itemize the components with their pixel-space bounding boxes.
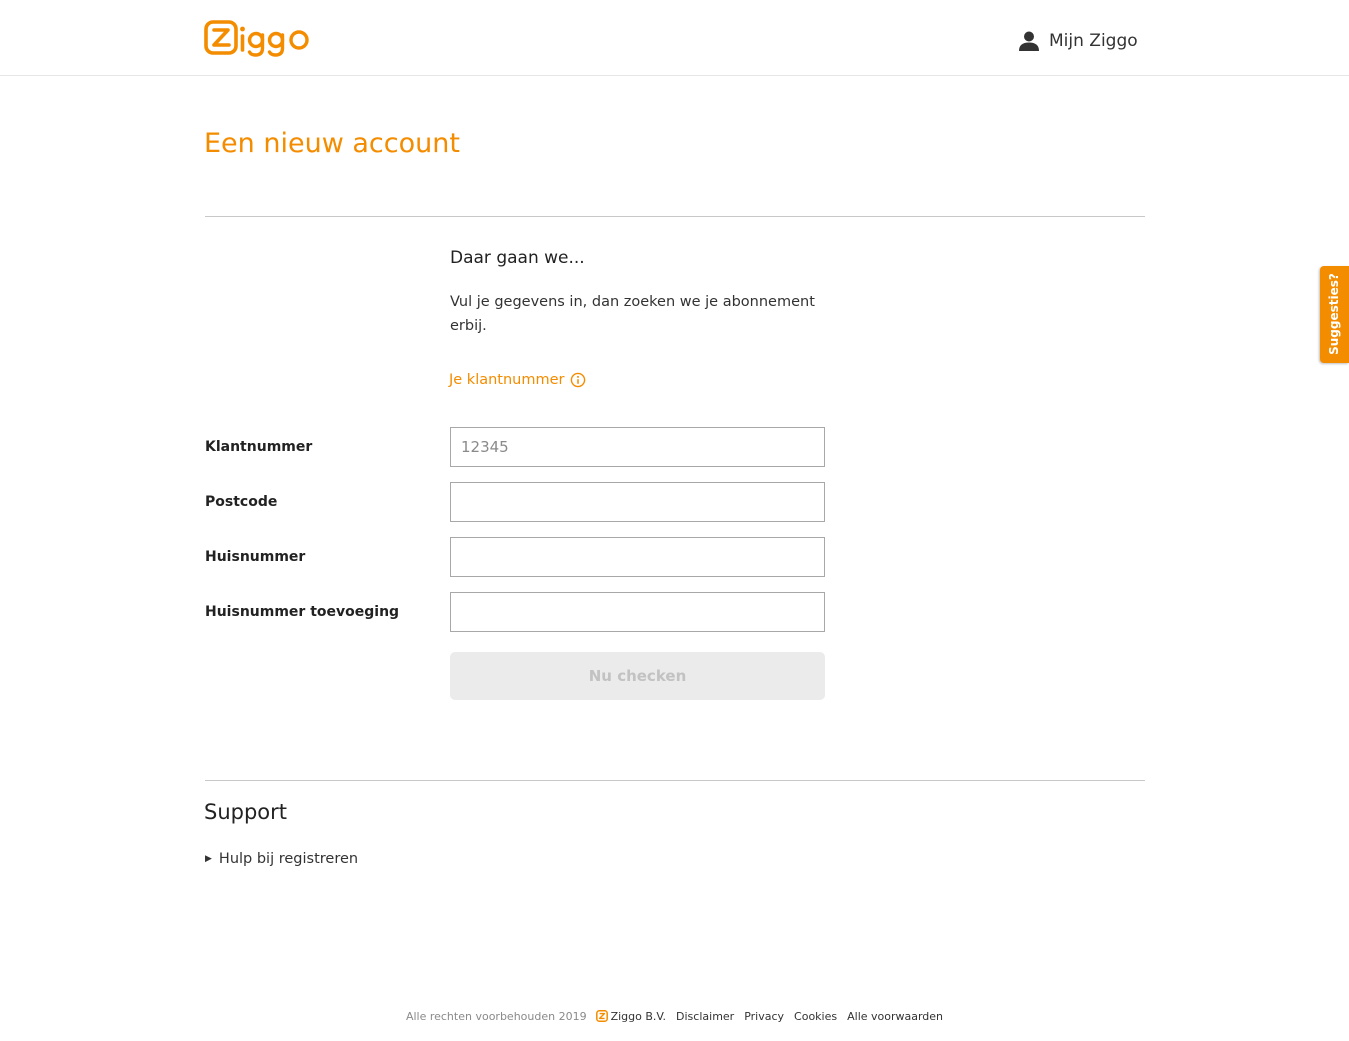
divider <box>205 216 1145 217</box>
suggesties-label: Suggesties? <box>1327 273 1341 355</box>
site-footer: Alle rechten voorbehouden 2019 Ziggo B.V… <box>0 1008 1349 1024</box>
footer-brand: Ziggo B.V. <box>595 1009 667 1023</box>
mijn-ziggo-link[interactable]: Mijn Ziggo <box>1018 29 1138 53</box>
postcode-label: Postcode <box>205 494 278 510</box>
intro-text: Vul je gegevens in, dan zoeken we je abo… <box>450 294 815 334</box>
footer-link-privacy[interactable]: Privacy <box>744 1010 784 1023</box>
ziggo-logo[interactable] <box>204 19 310 57</box>
footer-link-alle-voorwaarden[interactable]: Alle voorwaarden <box>847 1010 943 1023</box>
mijn-ziggo-label: Mijn Ziggo <box>1049 31 1138 51</box>
huisnummer-toevoeging-input[interactable] <box>450 592 825 632</box>
huisnummer-toevoeging-label: Huisnummer toevoeging <box>205 604 400 620</box>
site-header: Mijn Ziggo <box>0 0 1349 76</box>
intro-heading: Daar gaan we... <box>450 248 585 268</box>
page-title: Een nieuw account <box>204 128 460 159</box>
klantnummer-label: Klantnummer <box>205 439 313 455</box>
klantnummer-info-link[interactable]: Je klantnummer <box>449 370 586 390</box>
company-name: Ziggo B.V. <box>610 1009 667 1023</box>
copyright-text: Alle rechten voorbehouden 2019 <box>405 1009 587 1023</box>
support-item-label: Hulp bij registreren <box>218 851 359 867</box>
divider <box>205 780 1145 781</box>
postcode-input[interactable] <box>450 482 825 522</box>
nu-checken-button[interactable]: Nu checken <box>450 652 825 700</box>
klantnummer-input[interactable] <box>450 427 825 467</box>
footer-link-disclaimer[interactable]: Disclaimer <box>676 1010 734 1023</box>
suggesties-tab[interactable]: Suggesties? <box>1320 266 1349 363</box>
footer-link-cookies[interactable]: Cookies <box>794 1010 837 1023</box>
huisnummer-label: Huisnummer <box>205 549 306 565</box>
huisnummer-input[interactable] <box>450 537 825 577</box>
ziggo-z-icon <box>595 1010 608 1022</box>
support-item-hulp-bij-registreren[interactable]: ▶ Hulp bij registreren <box>205 849 358 869</box>
user-icon <box>1019 31 1039 51</box>
klantnummer-link-label: Je klantnummer <box>449 372 565 388</box>
support-title: Support <box>204 800 288 824</box>
info-icon[interactable] <box>570 372 586 388</box>
triangle-right-icon: ▶ <box>205 854 212 864</box>
